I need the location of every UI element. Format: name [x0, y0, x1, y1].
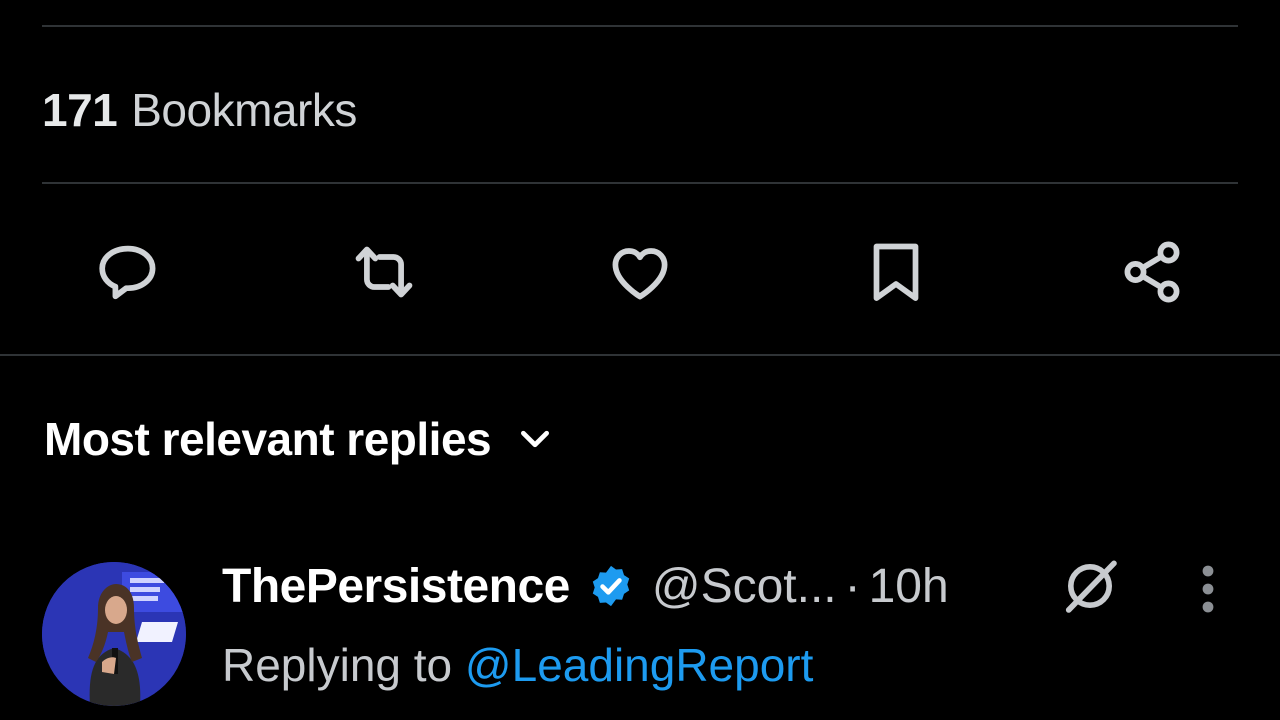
avatar[interactable] — [42, 562, 186, 706]
more-options-icon[interactable] — [1186, 562, 1230, 616]
reply-item[interactable]: ThePersistence @Scot... · 10h Replying t… — [0, 548, 1280, 720]
replying-to-mention[interactable]: @LeadingReport — [465, 639, 813, 691]
chevron-down-icon — [521, 430, 550, 448]
bookmark-icon — [873, 243, 919, 301]
share-icon — [1124, 241, 1180, 303]
grok-icon[interactable] — [1058, 554, 1122, 618]
replying-to-line: Replying to @LeadingReport — [222, 638, 813, 692]
verified-badge-icon[interactable] — [588, 563, 634, 609]
share-button[interactable] — [1112, 232, 1192, 312]
replying-to-prefix: Replying to — [222, 639, 453, 691]
like-button[interactable] — [600, 232, 680, 312]
bookmarks-label: Bookmarks — [131, 84, 357, 136]
heart-icon — [612, 248, 668, 300]
bookmarks-stat[interactable]: 171 Bookmarks — [42, 82, 357, 138]
reply-icon — [99, 245, 156, 300]
divider-stats — [42, 182, 1238, 184]
divider-actions — [0, 354, 1280, 356]
repost-icon — [355, 246, 413, 298]
tweet-detail-view: 171 Bookmarks Most relevant replies TheP… — [0, 0, 1280, 720]
header-separator: · — [844, 559, 861, 613]
reply-author-name[interactable]: ThePersistence — [222, 559, 570, 614]
reply-sort-dropdown[interactable]: Most relevant replies — [44, 412, 555, 466]
reply-button[interactable] — [88, 232, 168, 312]
reply-header: ThePersistence @Scot... · 10h — [222, 558, 949, 614]
reply-sort-label: Most relevant replies — [44, 413, 492, 465]
bookmarks-count: 171 — [42, 84, 118, 136]
repost-button[interactable] — [344, 232, 424, 312]
reply-timestamp[interactable]: 10h — [869, 559, 949, 614]
reply-author-handle[interactable]: @Scot... — [652, 559, 837, 614]
avatar-photo — [42, 562, 186, 706]
bookmark-button[interactable] — [856, 232, 936, 312]
tweet-action-bar — [0, 232, 1280, 312]
divider-top — [42, 25, 1238, 27]
